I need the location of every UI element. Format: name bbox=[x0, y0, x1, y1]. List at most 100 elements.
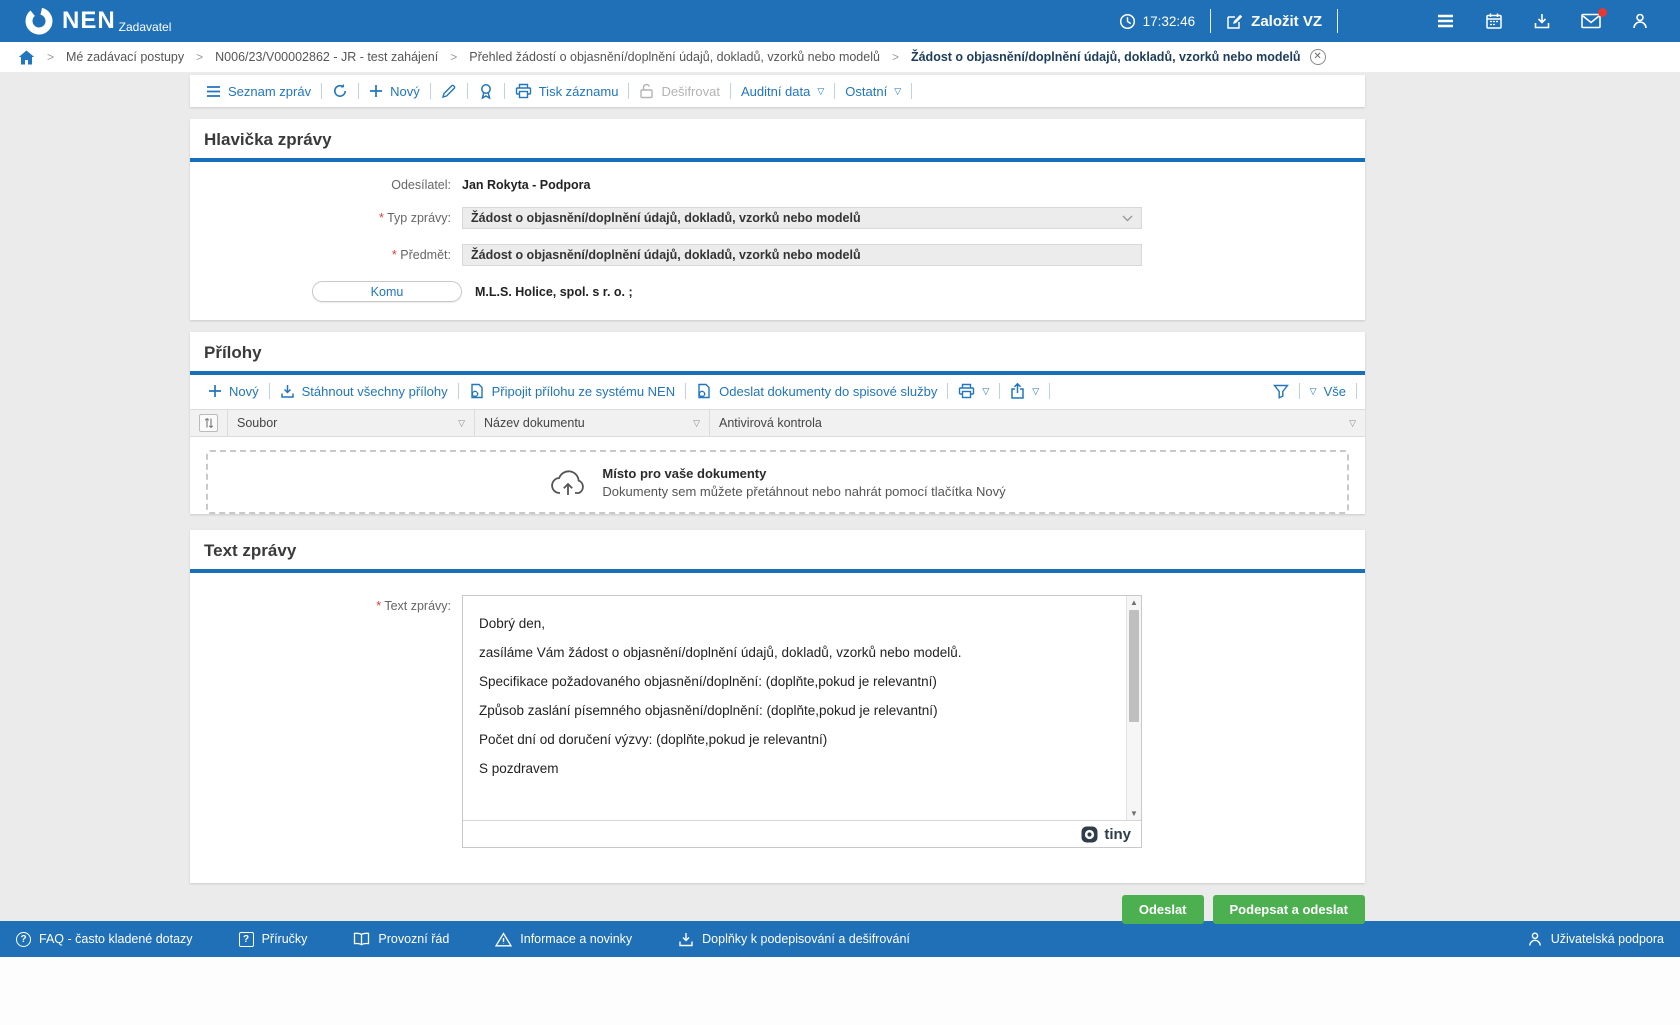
refresh-button[interactable] bbox=[322, 83, 358, 99]
editor-paragraph: Počet dní od doručení výzvy: (doplňte,po… bbox=[479, 732, 1111, 747]
other-menu[interactable]: Ostatní▽ bbox=[835, 84, 911, 99]
new-message-button[interactable]: Nový bbox=[359, 84, 430, 99]
mail-icon[interactable] bbox=[1581, 13, 1601, 29]
form-actions: Odeslat Podepsat a odeslat bbox=[190, 895, 1365, 924]
breadcrumb-item-zakazka[interactable]: N006/23/V00002862 - JR - test zahájení bbox=[215, 50, 438, 64]
footer-rules-link[interactable]: Provozní řád bbox=[353, 932, 449, 946]
show-all-filter[interactable]: ▽ Vše bbox=[1300, 384, 1356, 399]
recipients-button[interactable]: Komu bbox=[312, 281, 462, 302]
download-all-attachments-button[interactable]: Stáhnout všechny přílohy bbox=[270, 384, 458, 399]
footer-news-link[interactable]: Informace a novinky bbox=[495, 932, 632, 947]
print-record-button[interactable]: Tisk záznamu bbox=[505, 83, 629, 99]
tinymce-logo-icon bbox=[1081, 826, 1098, 843]
footer-support-link[interactable]: Uživatelská podpora bbox=[1527, 931, 1664, 947]
book-icon bbox=[353, 932, 370, 946]
clock-icon bbox=[1119, 13, 1136, 30]
tinymce-brand: tiny bbox=[1104, 826, 1131, 843]
page-bottom-space bbox=[0, 957, 1680, 1025]
close-tab-icon[interactable]: ✕ bbox=[1310, 49, 1326, 65]
support-person-icon bbox=[1527, 931, 1543, 947]
editor-paragraph: S pozdravem bbox=[479, 761, 1111, 776]
column-settings-icon[interactable] bbox=[199, 414, 218, 432]
time-value: 17:32:46 bbox=[1143, 14, 1196, 29]
question-square-icon: ? bbox=[239, 932, 254, 947]
editor-scrollbar[interactable]: ▲ ▼ bbox=[1126, 596, 1141, 820]
nen-logo[interactable]: NEN Zadavatel bbox=[24, 6, 171, 36]
footer-addons-link[interactable]: Doplňky k podepisování a dešifrování bbox=[678, 932, 910, 947]
export-menu[interactable]: ▽ bbox=[1000, 383, 1049, 399]
seal-icon[interactable] bbox=[468, 83, 504, 100]
scroll-up-icon[interactable]: ▲ bbox=[1127, 598, 1141, 607]
attach-from-nen-button[interactable]: Připojit přílohu ze systému NEN bbox=[459, 383, 686, 399]
footer-manuals-link[interactable]: ? Příručky bbox=[239, 932, 308, 947]
sender-label: Odesílatel: bbox=[190, 178, 462, 192]
required-asterisk: * bbox=[376, 599, 381, 613]
section-title-text-zpravy: Text zprávy bbox=[190, 530, 1365, 569]
message-header-card: Hlavička zprávy Odesílatel: Jan Rokyta -… bbox=[190, 119, 1365, 320]
column-header-antivir[interactable]: Antivirová kontrola bbox=[719, 416, 822, 430]
breadcrumb-separator: > bbox=[196, 50, 203, 64]
print-attachments-menu[interactable]: ▽ bbox=[948, 383, 999, 399]
column-header-soubor[interactable]: Soubor bbox=[237, 416, 277, 430]
rich-text-editor[interactable]: Dobrý den, zasíláme Vám žádost o objasně… bbox=[462, 595, 1142, 848]
section-title-hlavicka: Hlavička zprávy bbox=[190, 119, 1365, 158]
breadcrumb-item-prehled-zadosti[interactable]: Přehled žádostí o objasnění/doplnění úda… bbox=[469, 50, 880, 64]
breadcrumb-item-current: Žádost o objasnění/doplnění údajů, dokla… bbox=[911, 50, 1301, 64]
download-icon[interactable] bbox=[1533, 12, 1551, 30]
dropzone-title: Místo pro vaše dokumenty bbox=[602, 466, 1005, 481]
logo-text: NEN bbox=[62, 6, 116, 36]
file-dropzone[interactable]: Místo pro vaše dokumenty Dokumenty sem m… bbox=[206, 450, 1349, 514]
question-circle-icon: ? bbox=[16, 932, 31, 947]
mail-unread-badge bbox=[1598, 8, 1607, 17]
server-time: 17:32:46 bbox=[1119, 13, 1196, 30]
section-title-prilohy: Přílohy bbox=[190, 332, 1365, 371]
home-icon[interactable] bbox=[18, 50, 35, 65]
editor-status-bar: tiny bbox=[463, 820, 1141, 847]
attachment-new-button[interactable]: Nový bbox=[198, 384, 269, 399]
message-type-select[interactable]: Žádost o objasnění/doplnění údajů, dokla… bbox=[462, 207, 1142, 229]
send-to-filing-service-button[interactable]: Odeslat dokumenty do spisové služby bbox=[686, 383, 947, 399]
chevron-down-icon: ▽ bbox=[1310, 386, 1317, 397]
editor-paragraph: zasíláme Vám žádost o objasnění/doplnění… bbox=[479, 645, 1111, 660]
chevron-down-icon: ▽ bbox=[1032, 386, 1039, 397]
scrollbar-thumb[interactable] bbox=[1129, 610, 1139, 722]
divider bbox=[1210, 9, 1211, 33]
column-header-nazev[interactable]: Název dokumentu bbox=[484, 416, 585, 430]
sender-value: Jan Rokyta - Podpora bbox=[462, 178, 591, 192]
top-header-bar: NEN Zadavatel 17:32:46 Založit VZ bbox=[0, 0, 1680, 42]
message-list-button[interactable]: Seznam zpráv bbox=[196, 84, 321, 99]
chevron-down-icon: ▽ bbox=[894, 86, 901, 97]
breadcrumb-item-postupy[interactable]: Mé zadávací postupy bbox=[66, 50, 184, 64]
editor-content[interactable]: Dobrý den, zasíláme Vám žádost o objasně… bbox=[463, 596, 1141, 776]
chevron-down-icon bbox=[1122, 215, 1133, 222]
calendar-icon[interactable] bbox=[1485, 12, 1503, 30]
compose-icon bbox=[1226, 13, 1243, 30]
breadcrumb: > Mé zadávací postupy > N006/23/V0000286… bbox=[0, 42, 1680, 72]
decrypt-button: Dešifrovat bbox=[629, 83, 730, 99]
breadcrumb-separator: > bbox=[47, 50, 54, 64]
column-filter-icon[interactable]: ▽ bbox=[1349, 418, 1356, 429]
menu-icon[interactable] bbox=[1436, 13, 1455, 29]
filter-icon[interactable] bbox=[1263, 384, 1299, 399]
divider bbox=[1337, 9, 1338, 33]
user-icon[interactable] bbox=[1631, 12, 1649, 30]
send-button[interactable]: Odeslat bbox=[1122, 895, 1204, 924]
create-vz-button[interactable]: Založit VZ bbox=[1226, 13, 1322, 30]
subject-input[interactable]: Žádost o objasnění/doplnění údajů, dokla… bbox=[462, 244, 1142, 266]
column-filter-icon[interactable]: ▽ bbox=[693, 418, 700, 429]
sign-and-send-button[interactable]: Podepsat a odeslat bbox=[1213, 895, 1365, 924]
edit-icon[interactable] bbox=[431, 83, 467, 99]
editor-paragraph: Způsob zaslání písemného objasnění/dopln… bbox=[479, 703, 1111, 718]
chevron-down-icon: ▽ bbox=[982, 386, 989, 397]
main-area: Seznam zpráv Nový Tisk záznamu bbox=[0, 72, 1680, 921]
logo-subtitle: Zadavatel bbox=[119, 20, 172, 34]
breadcrumb-separator: > bbox=[892, 50, 899, 64]
body-label: * Text zprávy: bbox=[190, 595, 462, 613]
scroll-down-icon[interactable]: ▼ bbox=[1127, 809, 1141, 818]
footer-faq-link[interactable]: ? FAQ - často kladené dotazy bbox=[16, 932, 193, 947]
recipients-value: M.L.S. Holice, spol. s r. o. ; bbox=[475, 285, 633, 299]
chevron-down-icon: ▽ bbox=[817, 86, 824, 97]
audit-data-menu[interactable]: Auditní data▽ bbox=[731, 84, 834, 99]
divider bbox=[1049, 383, 1050, 399]
column-filter-icon[interactable]: ▽ bbox=[458, 418, 465, 429]
